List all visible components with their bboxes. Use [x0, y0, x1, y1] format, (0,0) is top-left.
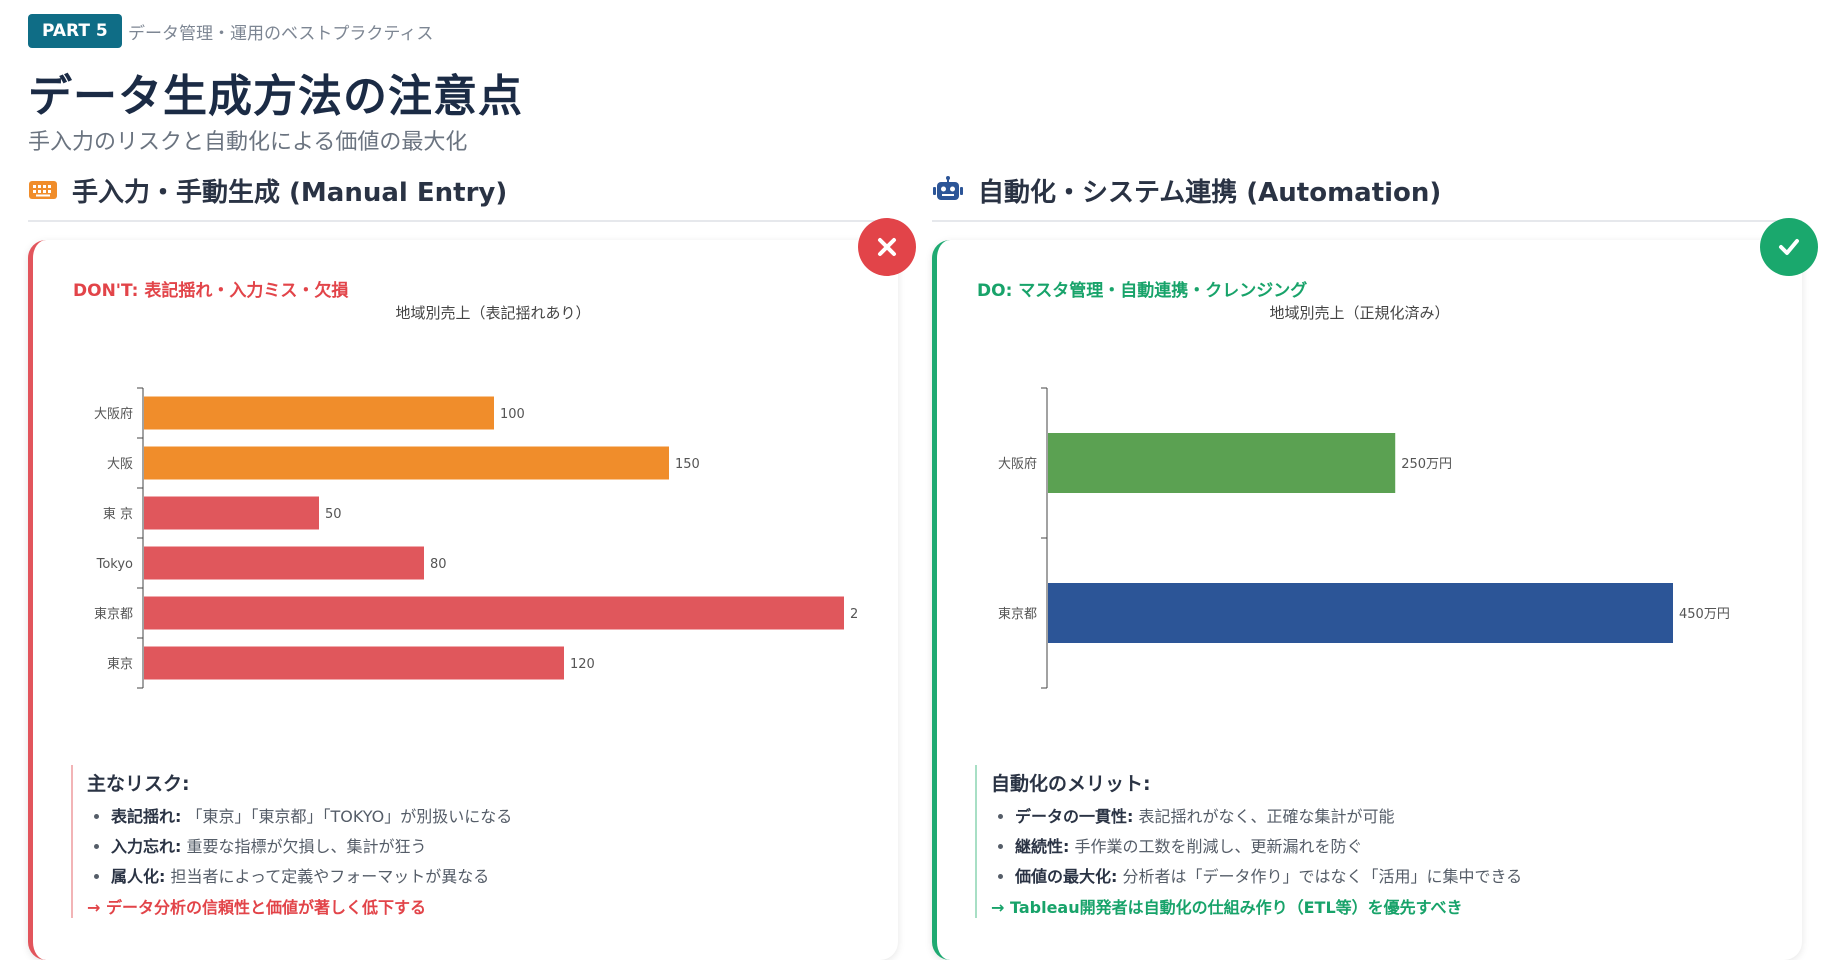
merit-item: 継続性: 手作業の工数を削減し、更新漏れを防ぐ: [1015, 832, 1771, 862]
risk-conclusion: → データ分析の信頼性と価値が著しく低下する: [87, 898, 426, 917]
keyboard-icon: [28, 179, 58, 201]
manual-entry-heading-text: 手入力・手動生成 (Manual Entry): [72, 177, 508, 208]
bar-value-label: 2: [850, 607, 858, 622]
bar-value-label: 250万円: [1401, 457, 1452, 472]
merit-item-text: 表記揺れがなく、正確な集計が可能: [1133, 807, 1395, 826]
chart-bar: [1048, 583, 1673, 643]
automation-card: DO: マスタ管理・自動連携・クレンジング 地域別売上（正規化済み） 大阪府 250…: [932, 240, 1802, 960]
risk-item-key: 属人化:: [111, 867, 166, 886]
risk-item-key: 表記揺れ:: [111, 807, 182, 826]
chart-bar: [144, 546, 424, 580]
page-subtitle: 手入力のリスクと自動化による価値の最大化: [28, 130, 468, 155]
page-title: データ生成方法の注意点: [28, 71, 523, 122]
risk-item: 入力忘れ: 重要な指標が欠損し、集計が狂う: [111, 832, 867, 862]
bar-value-label: 80: [430, 557, 447, 572]
risk-item-text: 担当者によって定義やフォーマットが異なる: [165, 867, 490, 886]
merit-item-text: 分析者は「データ作り」ではなく「活用」に集中できる: [1117, 867, 1523, 886]
merit-item-key: データの一貫性:: [1015, 807, 1134, 826]
bar-value-label: 120: [570, 657, 595, 672]
y-tick-label: 東京都: [998, 606, 1037, 622]
check-icon: [1779, 239, 1799, 255]
risk-item: 属人化: 担当者によって定義やフォーマットが異なる: [111, 862, 867, 892]
risk-item-key: 入力忘れ:: [111, 837, 182, 856]
merit-item-text: 手作業の工数を削減し、更新漏れを防ぐ: [1069, 837, 1363, 856]
manual-entry-heading: 手入力・手動生成 (Manual Entry): [28, 170, 507, 210]
do-status-badge: [1760, 218, 1818, 276]
right-divider: [932, 220, 1802, 222]
risk-item: 表記揺れ: 「東京」「東京都」「TOKYO」が別扱いになる: [111, 802, 867, 832]
chart-title: 地域別売上（正規化済み）: [1269, 304, 1449, 322]
merit-conclusion: → Tableau開発者は自動化の仕組み作り（ETL等）を優先すべき: [991, 898, 1463, 917]
y-tick-label: 東 京: [103, 506, 133, 522]
robot-icon: [932, 176, 964, 204]
manual-entry-card: DON'T: 表記揺れ・入力ミス・欠損 地域別売上（表記揺れあり） 大阪府 100 大…: [28, 240, 898, 960]
risk-notes: 主なリスク: 表記揺れ: 「東京」「東京都」「TOKYO」が別扱いになる 入力忘…: [71, 765, 867, 918]
dont-status-badge: [858, 218, 916, 276]
risk-item-text: 「東京」「東京都」「TOKYO」が別扱いになる: [181, 807, 513, 826]
chart-bar: [144, 396, 494, 430]
y-tick-label: 東京都: [94, 606, 133, 622]
y-tick-label: 東京: [107, 656, 133, 672]
bar-value-label: 150: [675, 457, 700, 472]
part-badge: PART 5: [28, 14, 122, 48]
chart-title: 地域別売上（表記揺れあり）: [395, 304, 590, 322]
close-icon: [878, 238, 896, 256]
manual-entry-chart: 地域別売上（表記揺れあり） 大阪府 100 大阪 150 東 京 50 Tokyo 80 東京都 2…: [94, 304, 858, 689]
chart-bar: [1048, 433, 1396, 493]
risk-item-text: 重要な指標が欠損し、集計が狂う: [181, 837, 427, 856]
merit-item-key: 継続性:: [1015, 837, 1070, 856]
automation-heading-text: 自動化・システム連携 (Automation): [978, 177, 1442, 208]
chart-bar: [144, 646, 564, 680]
merit-notes-title: 自動化のメリット:: [991, 773, 1151, 795]
merit-item-key: 価値の最大化:: [1015, 867, 1118, 886]
automation-chart: 地域別売上（正規化済み） 大阪府 250万円東京都 450万円: [998, 304, 1730, 689]
automation-heading: 自動化・システム連携 (Automation): [932, 170, 1441, 210]
bar-value-label: 100: [500, 407, 525, 422]
chart-bar: [144, 496, 319, 530]
bar-value-label: 450万円: [1679, 607, 1730, 622]
y-tick-label: 大阪: [107, 457, 133, 472]
risk-notes-title: 主なリスク:: [87, 773, 190, 795]
left-divider: [28, 220, 898, 222]
merit-item: データの一貫性: 表記揺れがなく、正確な集計が可能: [1015, 802, 1771, 832]
y-tick-label: 大阪府: [998, 457, 1037, 472]
y-tick-label: 大阪府: [94, 407, 133, 422]
chart-bar: [144, 596, 844, 630]
bar-value-label: 50: [325, 507, 342, 522]
chart-bar: [144, 446, 669, 480]
merit-item: 価値の最大化: 分析者は「データ作り」ではなく「活用」に集中できる: [1015, 862, 1771, 892]
section-label: データ管理・運用のベストプラクティス: [128, 24, 434, 44]
merit-notes: 自動化のメリット: データの一貫性: 表記揺れがなく、正確な集計が可能 継続性:…: [975, 765, 1771, 918]
y-tick-label: Tokyo: [96, 557, 133, 572]
